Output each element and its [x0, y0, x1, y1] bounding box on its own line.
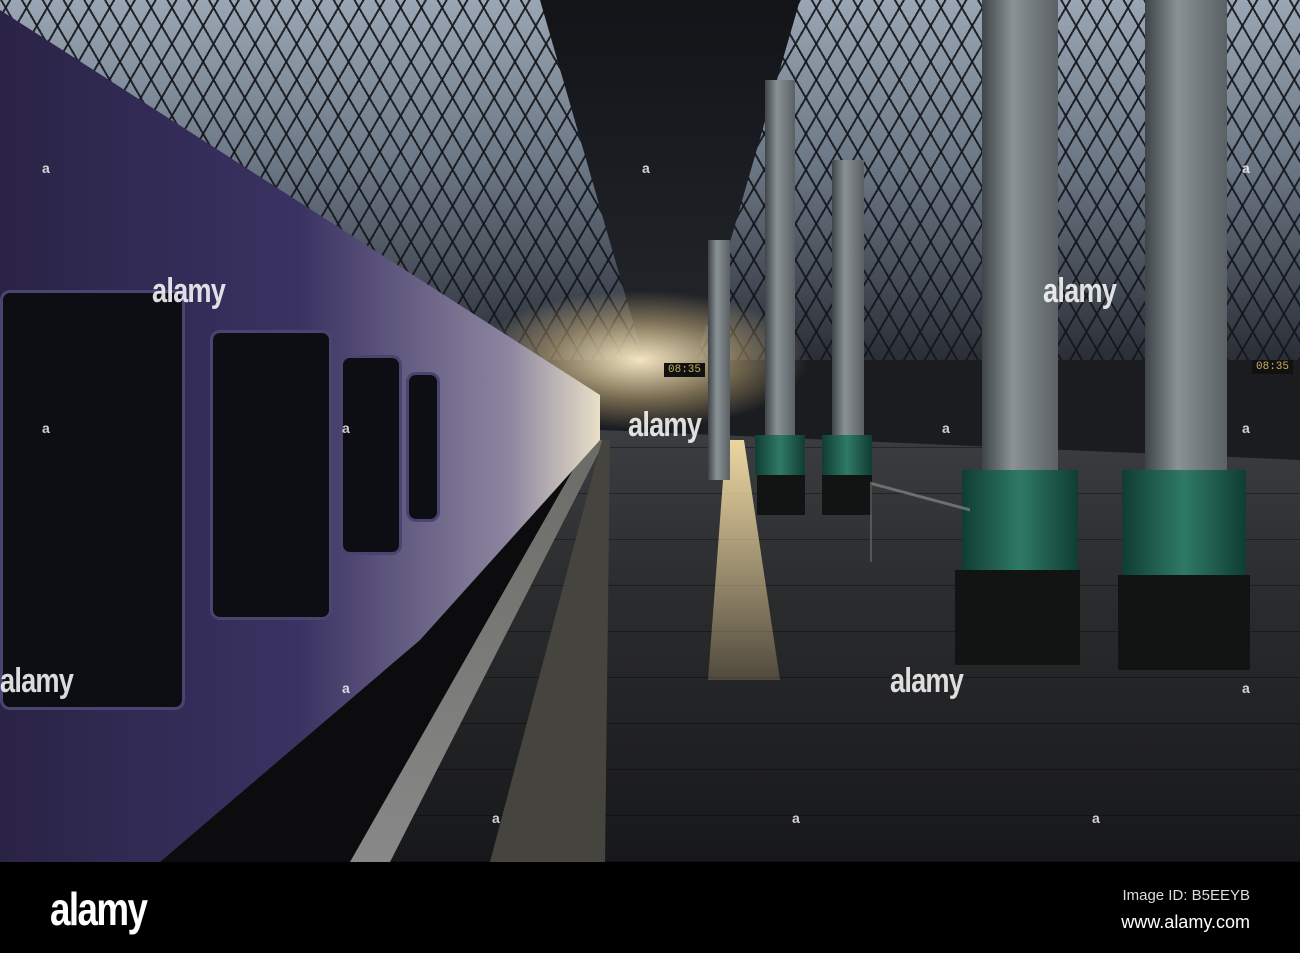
pillar-capital: [1122, 470, 1246, 580]
station-photo: 08:35 08:35 alamy alamy alamy alamy alam…: [0, 0, 1300, 862]
watermark-mark: a: [342, 680, 350, 696]
watermark: alamy: [152, 272, 226, 310]
pillar-capital: [822, 435, 872, 475]
train-window: [406, 372, 440, 522]
watermark: alamy: [628, 406, 702, 444]
watermark-mark: a: [942, 420, 950, 436]
train-window: [340, 355, 402, 555]
pillar-capital: [755, 435, 805, 475]
departure-clock: 08:35: [1252, 360, 1294, 374]
watermark-mark: a: [492, 810, 500, 826]
pillar-base: [955, 570, 1080, 665]
image-id: Image ID: B5EEYB: [1122, 887, 1250, 904]
pillar-base: [822, 475, 872, 515]
pillar: [708, 240, 730, 480]
train-window: [0, 290, 185, 710]
watermark-mark: a: [1092, 810, 1100, 826]
pillar: [1145, 0, 1227, 480]
watermark-mark: a: [792, 810, 800, 826]
departure-clock: 08:35: [664, 363, 706, 377]
watermark: alamy: [1043, 272, 1117, 310]
watermark-mark: a: [342, 420, 350, 436]
pillar-base: [757, 475, 805, 515]
train-window: [210, 330, 332, 620]
watermark-mark: a: [1242, 420, 1250, 436]
pillar: [982, 0, 1058, 480]
alamy-logo: alamy: [50, 883, 148, 935]
watermark-mark: a: [42, 420, 50, 436]
watermark-mark: a: [1242, 160, 1250, 176]
website-link[interactable]: www.alamy.com: [1121, 912, 1250, 933]
pillar-base: [1118, 575, 1250, 670]
watermark-mark: a: [642, 160, 650, 176]
footer-bar: alamy Image ID: B5EEYB www.alamy.com: [0, 862, 1300, 953]
watermark: alamy: [890, 662, 964, 700]
watermark: alamy: [0, 662, 74, 700]
watermark-mark: a: [42, 160, 50, 176]
pillar-capital: [962, 470, 1078, 580]
watermark-mark: a: [1242, 680, 1250, 696]
